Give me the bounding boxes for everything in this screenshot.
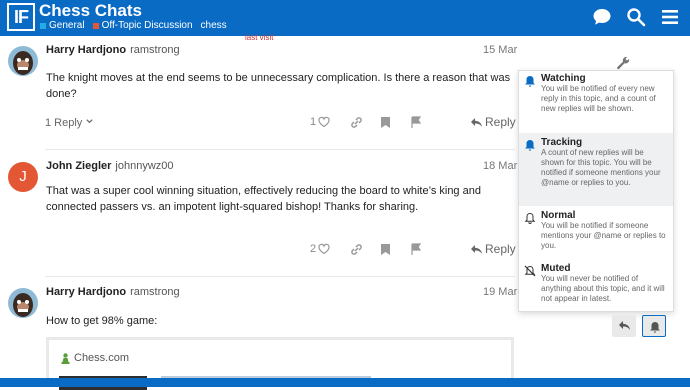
link-icon[interactable] (350, 116, 363, 129)
bell-icon (525, 76, 535, 87)
like-button[interactable]: 2 (310, 243, 330, 255)
notification-option-tracking[interactable]: Tracking A count of new replies will be … (519, 133, 673, 206)
preview-source-label: Chess.com (74, 352, 130, 364)
author-handle: ramstrong (130, 286, 180, 298)
topic-title[interactable]: Chess Chats (39, 1, 142, 21)
avatar[interactable] (8, 46, 38, 76)
tag-label: chess (200, 20, 227, 31)
post-author[interactable]: Harry Hardjono ramstrong (46, 44, 180, 56)
like-count: 2 (310, 243, 317, 255)
option-title: Watching (541, 73, 586, 84)
post-divider (45, 149, 515, 150)
like-button[interactable]: 1 (310, 116, 330, 128)
category-label: Off-Topic Discussion (101, 20, 193, 31)
site-logo[interactable]: IF (7, 3, 35, 31)
site-header: IF Chess Chats General Off-Topic Discuss… (0, 0, 690, 36)
bookmark-icon[interactable] (380, 243, 391, 256)
category-label: General (49, 20, 85, 31)
footer-bar (0, 378, 690, 387)
notification-option-watching[interactable]: Watching You will be notified of every n… (519, 73, 673, 133)
post-body: The knight moves at the end seems to be … (46, 72, 511, 100)
post-date[interactable]: 15 Mar (483, 44, 690, 56)
post-divider (45, 276, 515, 277)
heart-icon (318, 116, 330, 128)
option-title: Muted (541, 263, 571, 274)
show-replies-button[interactable]: 1 Reply (45, 117, 94, 129)
option-title: Normal (541, 210, 576, 221)
preview-source: Chess.com (61, 352, 129, 364)
reply-icon (471, 117, 482, 127)
search-icon[interactable] (626, 7, 646, 27)
chevron-down-icon (86, 119, 94, 124)
post-author[interactable]: Harry Hardjono ramstrong (46, 286, 180, 298)
option-description: A count of new replies will be shown for… (541, 148, 661, 187)
notification-level-menu: Watching You will be notified of every n… (518, 70, 674, 312)
post-author[interactable]: John Ziegler johnnywz00 (46, 160, 174, 172)
author-handle: ramstrong (130, 44, 180, 56)
bell-icon (650, 322, 660, 333)
reply-button[interactable]: Reply (470, 115, 516, 129)
bell-icon (525, 140, 535, 151)
reply-icon (471, 244, 482, 254)
link-icon[interactable] (350, 243, 363, 256)
category-color-swatch (40, 22, 46, 29)
category-off-topic[interactable]: Off-Topic Discussion (92, 20, 193, 31)
like-count: 1 (310, 116, 317, 128)
option-description: You will be notified if someone mentions… (541, 221, 666, 250)
notification-option-normal[interactable]: Normal You will be notified if someone m… (519, 210, 673, 262)
flag-icon[interactable] (410, 116, 422, 129)
pawn-icon (61, 352, 70, 364)
reply-button[interactable]: Reply (470, 242, 516, 256)
reply-label: Reply (485, 115, 516, 129)
flag-icon[interactable] (410, 243, 422, 256)
notification-level-button[interactable] (642, 315, 666, 337)
author-name: John Ziegler (46, 160, 112, 172)
topic-reply-button[interactable] (612, 315, 636, 337)
avatar[interactable]: J (8, 162, 38, 192)
menu-icon[interactable] (660, 7, 680, 27)
bell-slash-icon (524, 265, 536, 277)
option-title: Tracking (541, 137, 583, 148)
replies-count: 1 Reply (45, 117, 83, 129)
option-description: You will never be notified of anything a… (541, 274, 665, 303)
reply-icon (619, 321, 630, 330)
reply-label: Reply (485, 242, 516, 256)
notification-option-muted[interactable]: Muted You will never be notified of anyt… (519, 263, 673, 311)
author-handle: johnnywz00 (115, 160, 174, 172)
post-body: How to get 98% game: (46, 315, 158, 327)
heart-icon (318, 243, 330, 255)
last-visit-marker: last visit (245, 33, 274, 42)
breadcrumb: General Off-Topic Discussion chess (40, 20, 227, 31)
bookmark-icon[interactable] (380, 116, 391, 129)
author-name: Harry Hardjono (46, 44, 127, 56)
tag-chess[interactable]: chess (201, 20, 227, 31)
category-color-swatch (92, 22, 99, 29)
author-name: Harry Hardjono (46, 286, 127, 298)
avatar-letter: J (19, 168, 27, 185)
category-general[interactable]: General (40, 20, 85, 31)
option-description: You will be notified of every new reply … (541, 84, 656, 113)
avatar[interactable] (8, 288, 38, 318)
chat-icon[interactable] (592, 7, 612, 27)
post-body: That was a super cool winning situation,… (46, 185, 481, 213)
bell-outline-icon (524, 212, 536, 224)
